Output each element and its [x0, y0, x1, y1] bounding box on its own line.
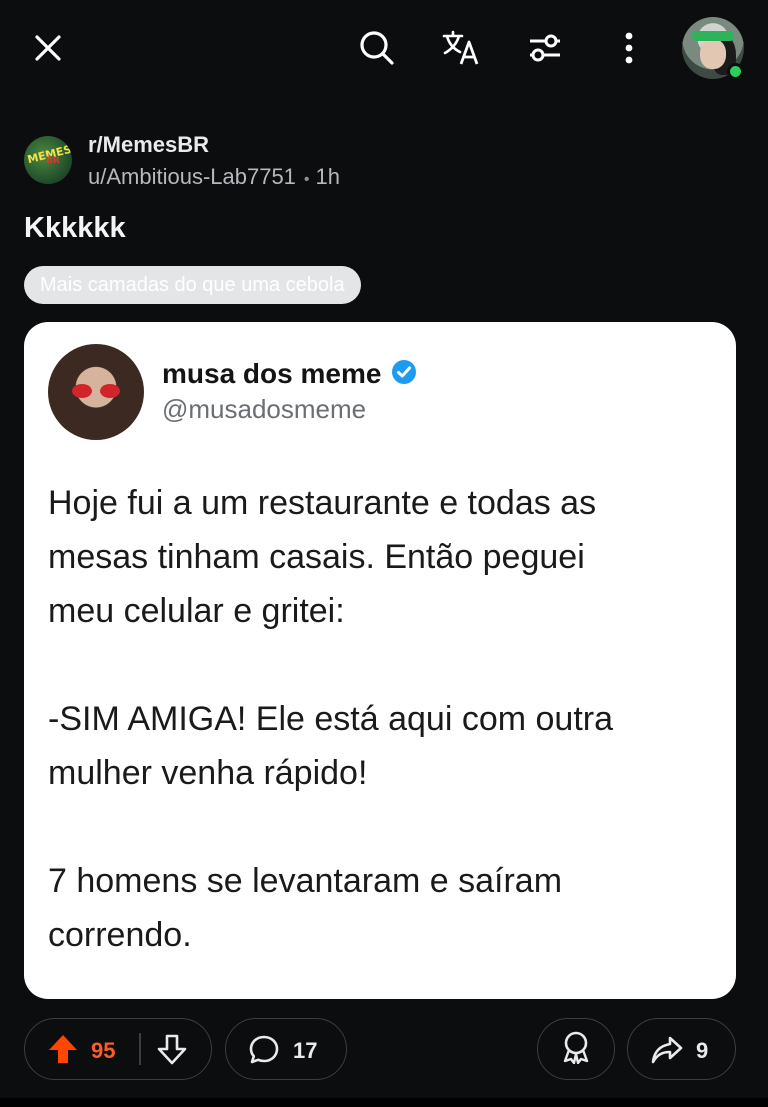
search-icon[interactable] [353, 24, 401, 72]
close-icon[interactable] [24, 24, 72, 72]
tweet-author-avatar [48, 344, 144, 440]
vote-control: 95 [24, 1018, 212, 1080]
tweet-author-row: musa dos meme [162, 358, 417, 390]
subreddit-avatar[interactable]: MEMES BR [24, 136, 72, 184]
comment-icon [248, 1034, 280, 1071]
tweet-blank-line [48, 800, 718, 854]
more-vert-icon[interactable] [605, 24, 653, 72]
post-time: 1h [315, 164, 341, 189]
online-status-dot [727, 63, 744, 80]
translate-icon[interactable] [437, 24, 485, 72]
comment-count: 17 [293, 1038, 318, 1063]
verified-badge-icon [391, 359, 417, 390]
subreddit-name[interactable]: r/MemesBR [88, 132, 209, 158]
award-icon [561, 1030, 591, 1069]
tweet-line: meu celular e gritei: [48, 592, 345, 630]
top-bar [0, 0, 768, 100]
vote-divider [139, 1033, 141, 1065]
tweet-line: mesas tinham casais. Então peguei [48, 538, 585, 576]
meta-separator: • [303, 171, 310, 188]
tweet-line: mulher venha rápido! [48, 754, 368, 792]
share-count: 9 [696, 1038, 709, 1063]
vote-count: 95 [91, 1038, 116, 1063]
post-meta: u/Ambitious-Lab7751 • 1h [88, 164, 340, 190]
post-image[interactable]: musa dos meme @musadosmeme Hoje fui a um… [24, 322, 736, 999]
comments-button[interactable]: 17 [225, 1018, 347, 1080]
tweet-line: Hoje fui a um restaurante e todas as [48, 484, 597, 522]
share-icon [650, 1034, 684, 1071]
bottom-edge [0, 1098, 768, 1107]
post-title: Kkkkkk [24, 212, 126, 244]
tweet-line: -SIM AMIGA! Ele está aqui com outra [48, 700, 614, 738]
upvote-icon[interactable] [47, 1033, 79, 1070]
tweet-author-handle: @musadosmeme [162, 394, 367, 424]
tweet-author-name: musa dos meme [162, 358, 382, 389]
tweet-blank-line [48, 638, 718, 692]
author-name[interactable]: u/Ambitious-Lab7751 [88, 164, 296, 189]
downvote-icon[interactable] [157, 1033, 187, 1070]
tweet-line: correndo. [48, 916, 192, 954]
filter-icon[interactable] [521, 24, 569, 72]
post-flair[interactable]: Mais camadas do que uma cebola [24, 266, 361, 304]
tweet-line: 7 homens se levantaram e saíram [48, 862, 563, 900]
share-button[interactable]: 9 [627, 1018, 736, 1080]
award-button[interactable] [537, 1018, 615, 1080]
tweet-text: Hoje fui a um restaurante e todas as mes… [48, 476, 718, 962]
